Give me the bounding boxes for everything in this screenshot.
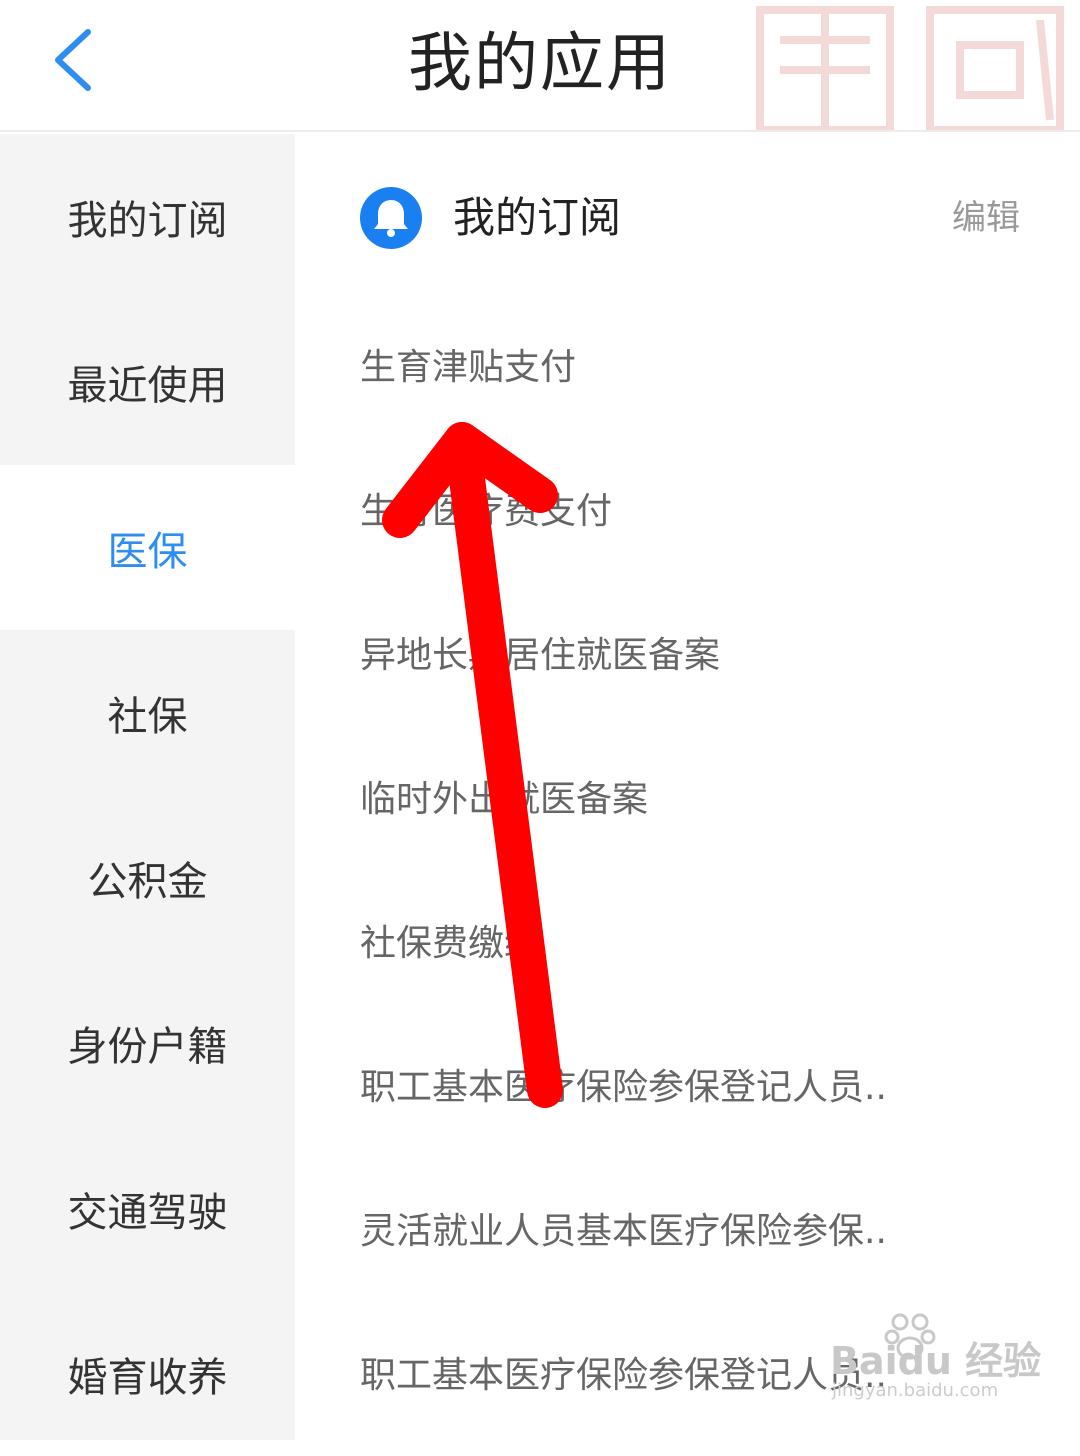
list-item[interactable]: 生育津贴支付: [360, 338, 980, 398]
list-item[interactable]: 生育医疗费支付: [360, 482, 980, 542]
sidebar-item-label: 我的订阅: [67, 197, 228, 244]
seal-watermark: [756, 6, 1064, 130]
list-item[interactable]: 职工基本医疗保险参保登记人员..: [360, 1058, 980, 1118]
header-bar: 我的应用: [0, 0, 1080, 132]
sidebar-item-label: 社保: [107, 693, 188, 740]
sidebar-item-label: 交通驾驶: [67, 1189, 228, 1236]
app-list-panel: 我的订阅 编辑 生育津贴支付 生育医疗费支付 异地长期居住就医备案 临时外出就医…: [295, 134, 1080, 1440]
sidebar-item-social-security[interactable]: 社保: [0, 630, 295, 795]
bell-icon: [360, 187, 422, 249]
sidebar-item-marriage-adoption[interactable]: 婚育收养: [0, 1291, 295, 1456]
list-item[interactable]: 异地长期居住就医备案: [360, 626, 980, 686]
sidebar-item-label: 最近使用: [67, 362, 228, 409]
sidebar-item-label: 医保: [107, 528, 188, 575]
sidebar-item-traffic-driving[interactable]: 交通驾驶: [0, 1126, 295, 1291]
sidebar-item-label: 婚育收养: [67, 1354, 228, 1401]
list-item[interactable]: 临时外出就医备案: [360, 770, 980, 830]
sidebar-item-recent[interactable]: 最近使用: [0, 299, 295, 464]
sidebar-item-medical-insurance[interactable]: 医保: [0, 465, 295, 630]
list-item[interactable]: 社保费缴纳: [360, 914, 980, 974]
list-item[interactable]: 灵活就业人员基本医疗保险参保..: [360, 1202, 980, 1262]
edit-button[interactable]: 编辑: [952, 196, 1020, 240]
section-title: 我的订阅: [453, 193, 622, 242]
sidebar-item-label: 身份户籍: [67, 1023, 228, 1070]
sidebar-item-subscriptions[interactable]: 我的订阅: [0, 134, 295, 299]
category-sidebar: 我的订阅 最近使用 医保 社保 公积金 身份户籍 交通驾驶 婚育收养: [0, 134, 295, 1440]
list-item[interactable]: 职工基本医疗保险参保登记人员..: [360, 1346, 980, 1406]
sidebar-item-housing-fund[interactable]: 公积金: [0, 795, 295, 960]
sidebar-item-household-registration[interactable]: 身份户籍: [0, 960, 295, 1125]
sidebar-item-label: 公积金: [87, 858, 208, 905]
